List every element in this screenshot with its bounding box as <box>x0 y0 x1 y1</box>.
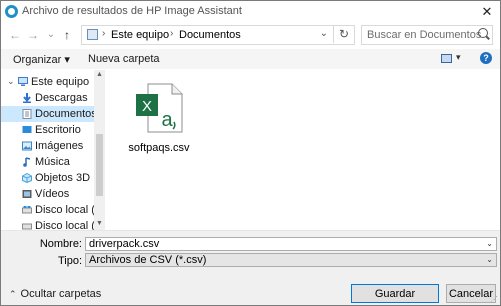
sidebar-item-label: Descargas <box>35 92 88 104</box>
sidebar-item-label: Escritorio <box>35 124 81 136</box>
sidebar-item-label: Disco local (D:) <box>35 220 94 230</box>
navigation-bar: ← → ⌄ ↑ › Este equipo › Documentos ⌄ ↻ B… <box>1 23 500 47</box>
view-dropdown-icon[interactable]: ▾ <box>456 52 461 63</box>
svg-text:a: a <box>161 109 173 131</box>
drive-icon <box>22 206 32 214</box>
sidebar-item-objetos-3d[interactable]: Objetos 3D <box>1 170 94 186</box>
type-label: Tipo: <box>57 255 82 267</box>
chevron-down-icon[interactable]: ⌄ <box>7 76 15 87</box>
address-dropdown-icon[interactable]: ⌄ <box>320 28 328 39</box>
file-list: X a softpaqs.csv <box>106 70 500 230</box>
forward-button[interactable]: → <box>25 26 41 44</box>
sidebar-scrollbar[interactable]: ▲ ▼ <box>94 70 105 230</box>
scrollbar-thumb[interactable] <box>96 134 103 196</box>
address-bar[interactable]: › Este equipo › Documentos ⌄ <box>81 25 355 45</box>
sidebar-item-label: Música <box>35 156 70 168</box>
file-name-field[interactable]: driverpack.csv ⌄ <box>85 237 497 251</box>
organize-button[interactable]: Organizar ▾ <box>13 53 70 66</box>
cancel-button[interactable]: Cancelar <box>446 284 496 303</box>
save-dialog-window: Archivo de resultados de HP Image Assist… <box>0 0 501 306</box>
breadcrumb-documentos[interactable]: Documentos <box>179 29 241 41</box>
refresh-button[interactable]: ↻ <box>333 25 354 43</box>
hide-folders-label: Ocultar carpetas <box>20 288 102 300</box>
3d-objects-icon <box>22 173 32 183</box>
sidebar-item-descargas[interactable]: Descargas <box>1 90 94 106</box>
computer-icon <box>18 77 28 86</box>
breadcrumb-este-equipo[interactable]: Este equipo <box>111 29 169 41</box>
title-bar: Archivo de resultados de HP Image Assist… <box>1 1 500 23</box>
sidebar-item-musica[interactable]: Música <box>1 154 94 170</box>
file-name: softpaqs.csv <box>128 142 190 154</box>
search-box[interactable]: Buscar en Documentos <box>361 25 493 45</box>
recent-locations-button[interactable]: ⌄ <box>43 26 59 44</box>
command-bar: Organizar ▾ Nueva carpeta ▾ ? <box>1 49 500 69</box>
sidebar-item-label: Este equipo <box>31 76 90 88</box>
save-form: Nombre: driverpack.csv ⌄ Tipo: Archivos … <box>1 230 500 305</box>
file-name-input[interactable]: driverpack.csv <box>89 238 159 250</box>
drive-icon <box>22 223 32 230</box>
search-input[interactable]: Buscar en Documentos <box>367 29 481 41</box>
view-options-icon[interactable] <box>441 54 452 63</box>
breadcrumb-separator: › <box>170 28 174 39</box>
sidebar-item-este-equipo[interactable]: ⌄ Este equipo <box>1 74 94 90</box>
breadcrumb-separator: › <box>102 28 106 39</box>
computer-icon <box>87 29 98 40</box>
navigation-pane: ⌄ Este equipo Descargas Documentos Escri… <box>1 70 110 230</box>
sidebar-item-disco-d[interactable]: Disco local (D:) <box>1 218 94 230</box>
pictures-icon <box>22 141 32 151</box>
downloads-icon <box>23 93 31 103</box>
sidebar-item-videos[interactable]: Vídeos <box>1 186 94 202</box>
window-title: Archivo de resultados de HP Image Assist… <box>22 5 242 17</box>
svg-text:X: X <box>142 98 152 115</box>
music-icon <box>23 157 31 167</box>
desktop-icon <box>22 126 32 133</box>
file-type-select[interactable]: Archivos de CSV (*.csv) ⌄ <box>85 253 497 267</box>
sidebar-item-label: Documentos <box>35 108 97 120</box>
file-type-value: Archivos de CSV (*.csv) <box>89 254 207 266</box>
documents-icon <box>22 109 32 119</box>
chevron-down-icon[interactable]: ⌄ <box>486 238 493 250</box>
close-button[interactable]: ✕ <box>478 3 496 21</box>
help-icon[interactable]: ? <box>480 52 492 64</box>
sidebar-item-label: Objetos 3D <box>35 172 91 184</box>
chevron-down-icon[interactable]: ⌄ <box>486 254 493 266</box>
sidebar-item-escritorio[interactable]: Escritorio <box>1 122 94 138</box>
resize-grip-icon[interactable]: ⋰ <box>490 295 498 304</box>
hide-folders-toggle[interactable]: ⌃ Ocultar carpetas <box>9 288 101 300</box>
save-button[interactable]: Guardar <box>351 284 439 303</box>
back-button[interactable]: ← <box>7 26 23 44</box>
sidebar-item-disco-c[interactable]: Disco local (C:) <box>1 202 110 218</box>
scroll-up-icon[interactable]: ▲ <box>96 71 103 78</box>
new-folder-button[interactable]: Nueva carpeta <box>88 53 160 65</box>
app-icon <box>5 5 18 18</box>
sidebar-item-imagenes[interactable]: Imágenes <box>1 138 94 154</box>
sidebar-item-label: Imágenes <box>35 140 84 152</box>
file-item-softpaqs[interactable]: X a softpaqs.csv <box>124 78 194 158</box>
up-button[interactable]: ↑ <box>59 26 75 44</box>
search-icon[interactable] <box>478 28 488 38</box>
sidebar-item-documentos[interactable]: Documentos <box>1 106 97 122</box>
scroll-down-icon[interactable]: ▼ <box>96 220 103 227</box>
name-label: Nombre: <box>39 238 82 250</box>
videos-icon <box>22 190 32 198</box>
sidebar-item-label: Vídeos <box>35 188 70 200</box>
excel-csv-icon: X a <box>136 83 183 133</box>
chevron-up-icon: ⌃ <box>9 289 17 299</box>
